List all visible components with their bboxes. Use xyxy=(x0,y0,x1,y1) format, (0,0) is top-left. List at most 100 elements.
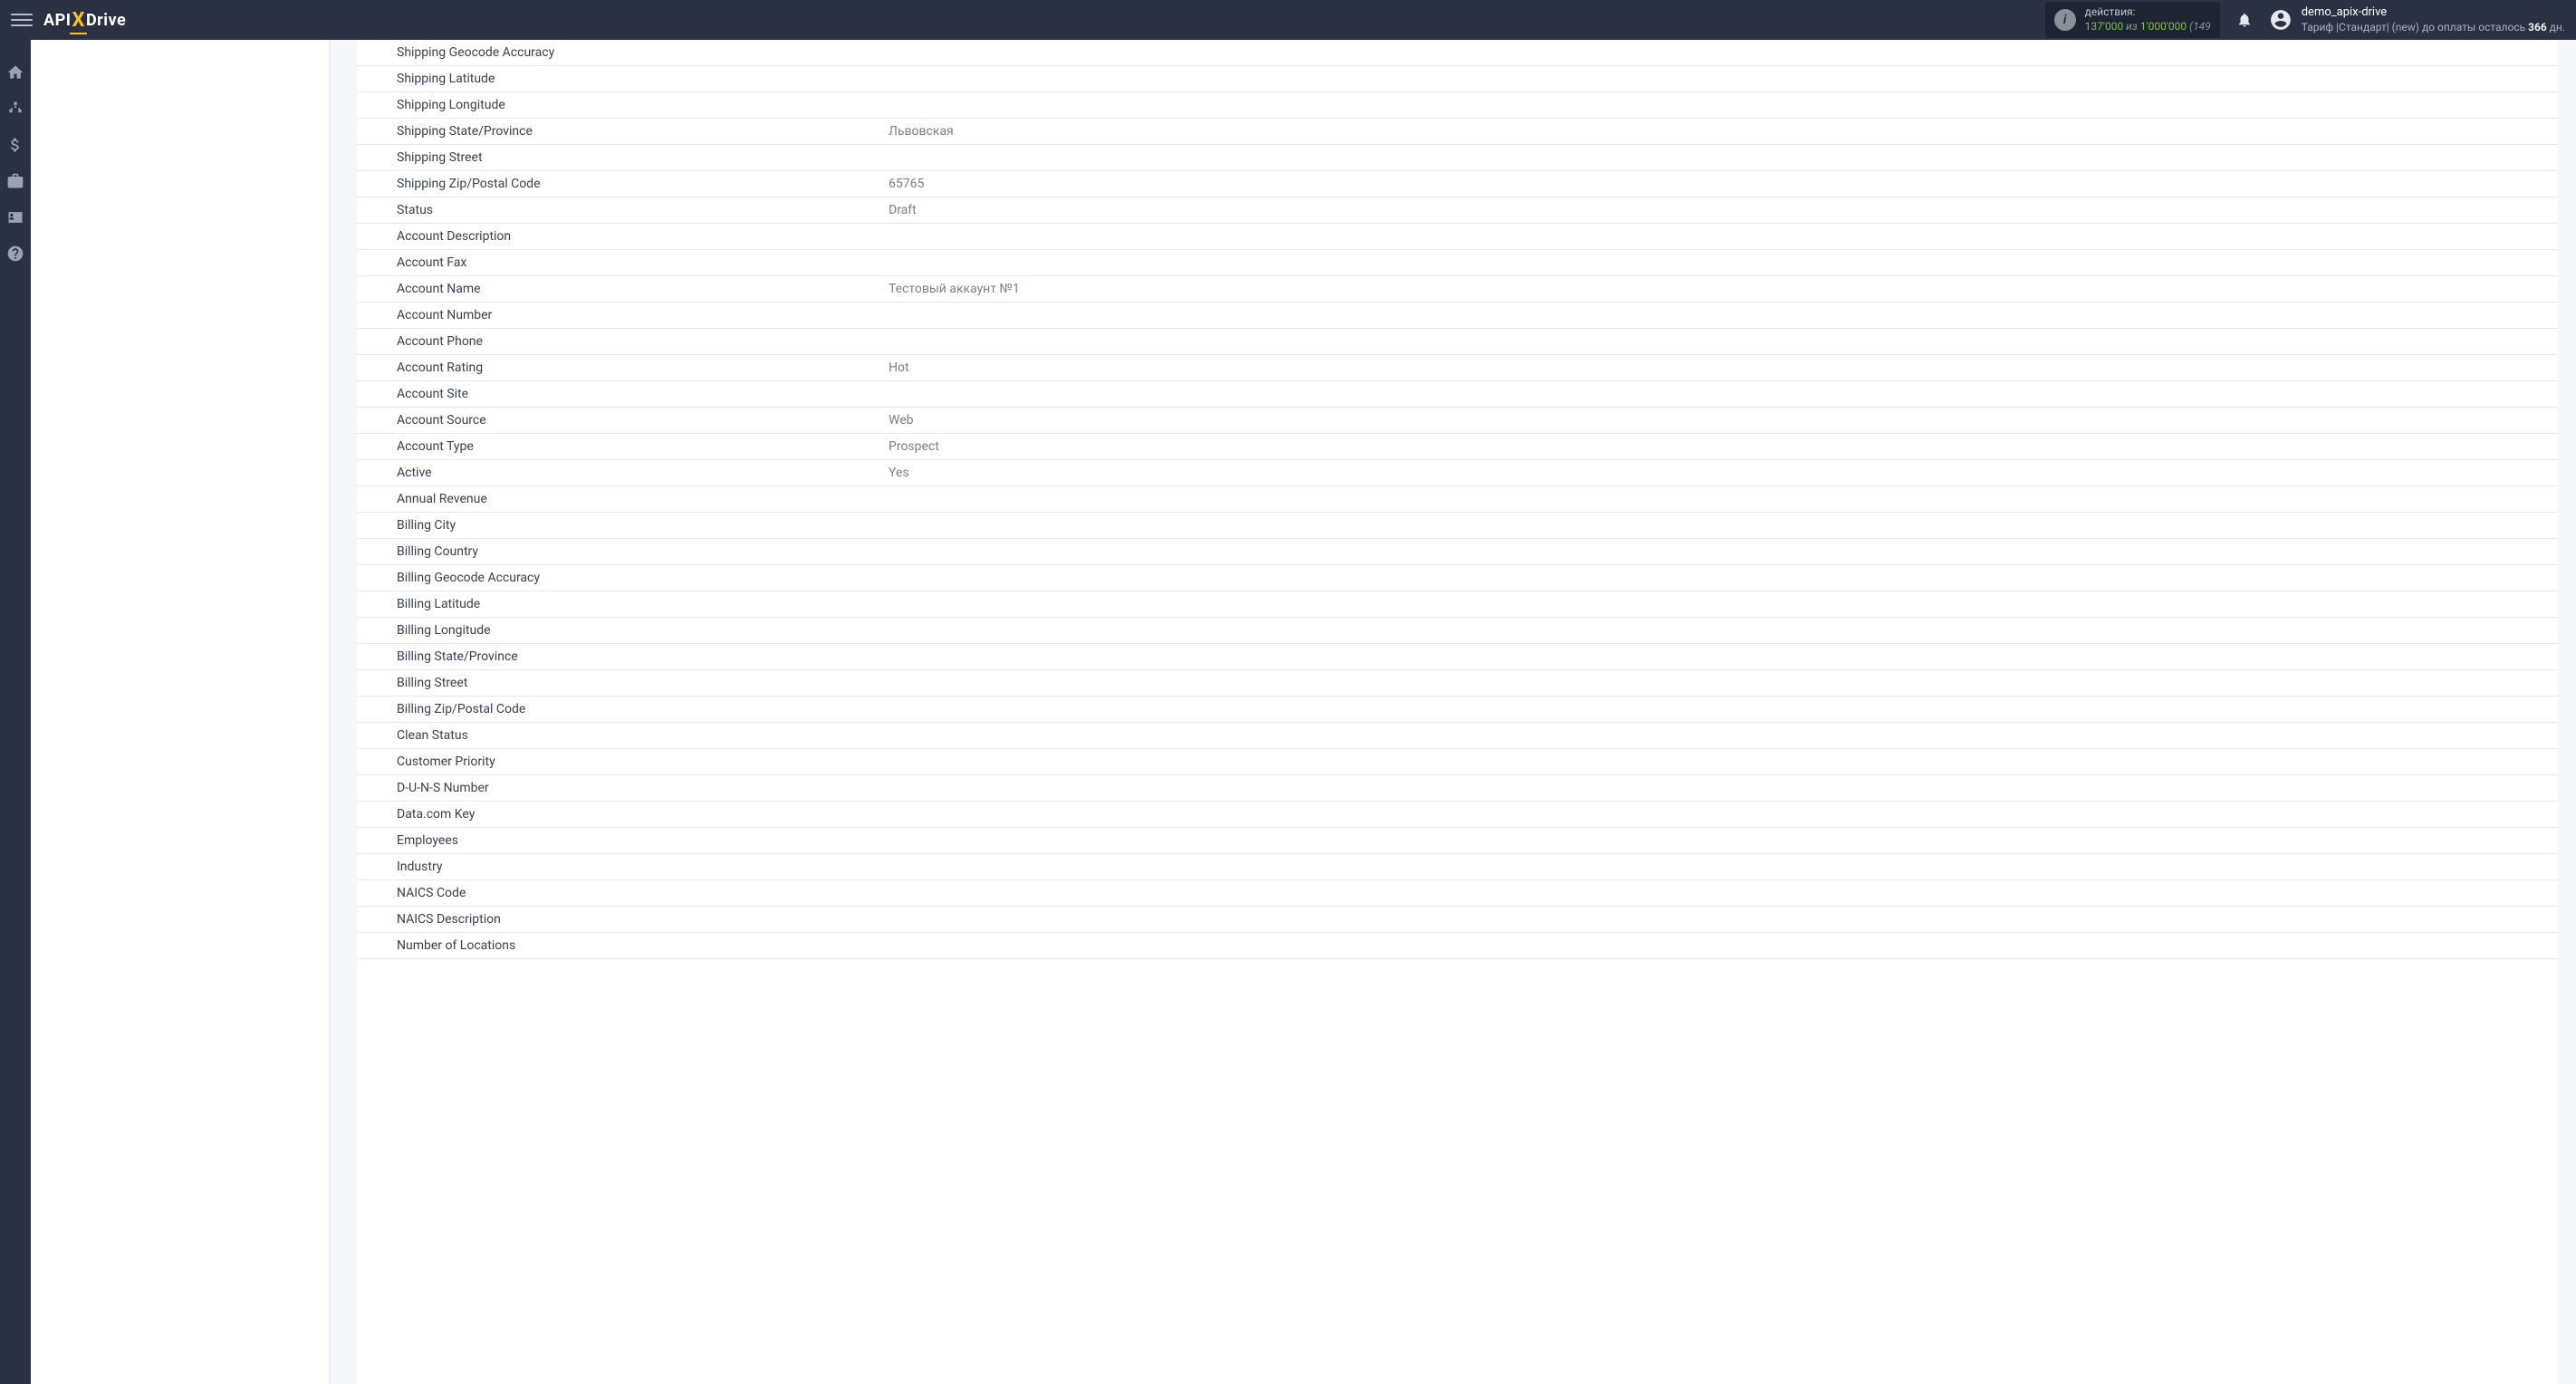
sidebar-nav xyxy=(0,40,31,1384)
user-plan: Тариф |Стандарт| (new) до оплаты осталос… xyxy=(2302,21,2565,35)
logo-part-api: API xyxy=(43,11,71,30)
content-area: Shipping Geocode AccuracyShipping Latitu… xyxy=(31,40,2576,1384)
actions-used: 137'000 xyxy=(2085,20,2124,33)
field-value xyxy=(878,618,2558,644)
field-label: Account Type xyxy=(357,434,878,460)
notifications-icon[interactable] xyxy=(2236,12,2253,28)
logo-part-drive: Drive xyxy=(86,11,126,30)
table-row: Customer Priority xyxy=(357,749,2558,775)
table-row: Billing Geocode Accuracy xyxy=(357,565,2558,591)
field-value xyxy=(878,329,2558,355)
id-card-icon[interactable] xyxy=(6,208,24,226)
field-label: Account Rating xyxy=(357,355,878,381)
table-row: Annual Revenue xyxy=(357,486,2558,513)
field-value xyxy=(878,66,2558,92)
field-label: Shipping Longitude xyxy=(357,92,878,119)
table-row: Account Fax xyxy=(357,250,2558,276)
actions-label: действия: xyxy=(2085,5,2211,20)
table-row: Shipping State/ProvinceЛьвовская xyxy=(357,119,2558,145)
field-value xyxy=(878,145,2558,171)
field-value xyxy=(878,303,2558,329)
table-row: Billing Country xyxy=(357,539,2558,565)
field-label: Status xyxy=(357,197,878,224)
table-row: Number of Locations xyxy=(357,933,2558,959)
field-label: Billing Longitude xyxy=(357,618,878,644)
actions-total: 1'000'000 xyxy=(2140,20,2187,33)
field-label: Customer Priority xyxy=(357,749,878,775)
field-value xyxy=(878,513,2558,539)
field-value: 65765 xyxy=(878,171,2558,197)
table-row: Clean Status xyxy=(357,723,2558,749)
table-row: Billing Longitude xyxy=(357,618,2558,644)
home-icon[interactable] xyxy=(6,63,24,82)
table-row: Shipping Street xyxy=(357,145,2558,171)
table-row: Shipping Zip/Postal Code65765 xyxy=(357,171,2558,197)
field-label: Account Description xyxy=(357,224,878,250)
table-row: Account RatingHot xyxy=(357,355,2558,381)
field-label: Billing City xyxy=(357,513,878,539)
main-panel: Shipping Geocode AccuracyShipping Latitu… xyxy=(357,40,2558,1384)
field-value xyxy=(878,539,2558,565)
field-value xyxy=(878,381,2558,408)
table-row: Employees xyxy=(357,828,2558,854)
actions-counter[interactable]: i действия: 137'000 из 1'000'000 (149 xyxy=(2045,2,2220,37)
field-label: Billing Latitude xyxy=(357,591,878,618)
app-logo[interactable]: APIXDrive xyxy=(43,9,126,32)
field-value xyxy=(878,92,2558,119)
table-row: Billing Street xyxy=(357,670,2558,697)
field-label: Account Fax xyxy=(357,250,878,276)
dollar-icon[interactable] xyxy=(6,136,24,154)
field-label: D-U-N-S Number xyxy=(357,775,878,802)
field-label: Number of Locations xyxy=(357,933,878,959)
field-label: NAICS Code xyxy=(357,880,878,907)
field-value xyxy=(878,224,2558,250)
table-row: D-U-N-S Number xyxy=(357,775,2558,802)
table-row: Billing Zip/Postal Code xyxy=(357,697,2558,723)
table-row: Shipping Longitude xyxy=(357,92,2558,119)
field-label: Annual Revenue xyxy=(357,486,878,513)
briefcase-icon[interactable] xyxy=(6,172,24,190)
user-text: demo_apix-drive Тариф |Стандарт| (new) д… xyxy=(2302,5,2565,34)
table-row: Account TypeProspect xyxy=(357,434,2558,460)
field-label: Account Source xyxy=(357,408,878,434)
sitemap-icon[interactable] xyxy=(6,100,24,118)
field-value xyxy=(878,591,2558,618)
field-value: Hot xyxy=(878,355,2558,381)
field-value xyxy=(878,775,2558,802)
field-label: Shipping Street xyxy=(357,145,878,171)
field-value xyxy=(878,828,2558,854)
table-row: Account Description xyxy=(357,224,2558,250)
field-label: Shipping Zip/Postal Code xyxy=(357,171,878,197)
table-row: Account SourceWeb xyxy=(357,408,2558,434)
field-value xyxy=(878,250,2558,276)
field-value xyxy=(878,907,2558,933)
field-label: Shipping Geocode Accuracy xyxy=(357,40,878,66)
table-row: Account Site xyxy=(357,381,2558,408)
field-value xyxy=(878,697,2558,723)
table-row: Industry xyxy=(357,854,2558,880)
table-row: Shipping Latitude xyxy=(357,66,2558,92)
info-icon: i xyxy=(2054,9,2076,31)
actions-extra: (149 xyxy=(2187,20,2211,33)
field-label: Industry xyxy=(357,854,878,880)
field-label: Active xyxy=(357,460,878,486)
table-row: StatusDraft xyxy=(357,197,2558,224)
field-label: Shipping Latitude xyxy=(357,66,878,92)
table-row: Account NameТестовый аккаунт №1 xyxy=(357,276,2558,303)
table-row: Billing State/Province xyxy=(357,644,2558,670)
field-value: Web xyxy=(878,408,2558,434)
field-value xyxy=(878,880,2558,907)
table-row: Billing City xyxy=(357,513,2558,539)
table-row: NAICS Code xyxy=(357,880,2558,907)
field-value xyxy=(878,644,2558,670)
menu-toggle-button[interactable] xyxy=(11,9,33,31)
help-icon[interactable] xyxy=(6,245,24,263)
field-label: Billing Geocode Accuracy xyxy=(357,565,878,591)
field-label: Account Number xyxy=(357,303,878,329)
table-row: Data.com Key xyxy=(357,802,2558,828)
plan-days: 366 xyxy=(2528,21,2547,34)
field-value: Prospect xyxy=(878,434,2558,460)
user-menu[interactable]: demo_apix-drive Тариф |Стандарт| (new) д… xyxy=(2269,5,2565,34)
field-value xyxy=(878,802,2558,828)
plan-prefix: Тариф |Стандарт| (new) до оплаты осталос… xyxy=(2302,21,2528,34)
